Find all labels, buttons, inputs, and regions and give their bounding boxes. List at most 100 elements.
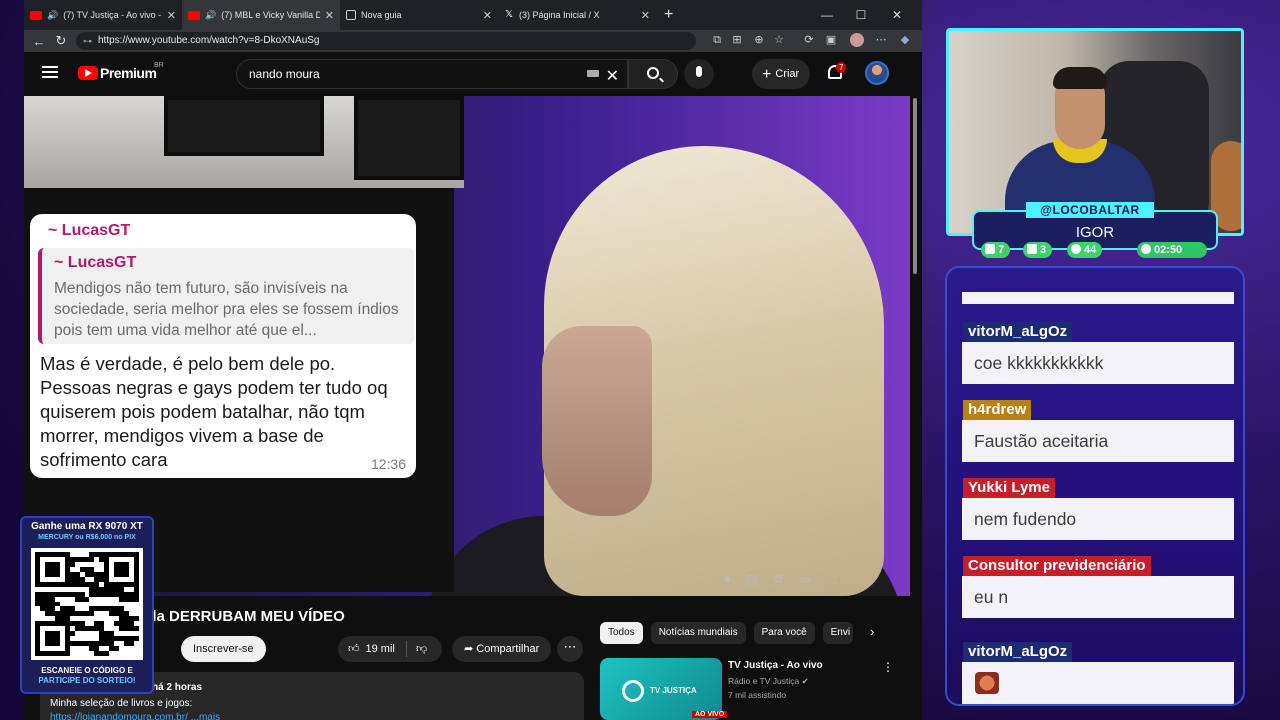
kebab-menu-icon[interactable]: ⋮ [882,660,894,674]
message-time: 12:36 [370,456,406,472]
back-icon[interactable]: ← [28,34,50,49]
subtitles-icon[interactable]: ▤ [746,572,757,592]
search-icon [647,67,659,79]
subscribe-button[interactable]: Inscrever-se [181,636,266,662]
video-icon [1027,244,1037,254]
live-badge: AO VIVO [692,711,728,718]
account-avatar[interactable] [865,61,889,85]
reload-icon[interactable]: ↻ [50,33,72,49]
tab-x-home[interactable]: 𝕏 (3) Página Inicial / X ✕ [498,0,656,30]
like-count: 19 mil [365,643,395,655]
webcam-person-hair [1053,67,1107,89]
autoplay-toggle-icon[interactable]: ⏺ [724,572,730,592]
like-button[interactable]: 👍︎ 19 mil [348,636,395,662]
copilot-icon[interactable]: ◆ [898,33,912,47]
scroll-thumb[interactable] [913,98,917,274]
tab-mbl-video[interactable]: 🔊 (7) MBL e Vicky Vanilla DERRU ✕ [182,0,340,30]
chat-message: coe kkkkkkkkkkk [962,342,1234,384]
url-field[interactable]: ⊶ https://www.youtube.com/watch?v=8-DkoX… [76,32,696,50]
tv-justica-logo-icon [622,680,644,702]
close-icon[interactable]: ✕ [325,9,334,22]
tab-nova-guia[interactable]: Nova guia ✕ [340,0,498,30]
stream-chat-panel: vitorM_aLgOz coe kkkkkkkkkkk h4rdrew Fau… [945,266,1245,706]
share-button[interactable]: ➦ Compartilhar [452,636,552,662]
verified-icon: ✔ [801,676,809,686]
giveaway-overlay: Ganhe uma RX 9070 XT MERCURY ou R$6.000 … [20,516,154,694]
browser-window: 🔊 (7) TV Justiça - Ao vivo - YouT ✕ 🔊 (7… [24,0,922,720]
close-icon[interactable]: ✕ [641,9,650,22]
chip-noticias[interactable]: Notícias mundiais [650,622,746,644]
recommendation-channel[interactable]: Rádio e TV Justiça ✔ [728,676,809,687]
chip-para-voce[interactable]: Para você [753,622,815,644]
recommendation-viewers: 7 mil assistindo [728,690,787,700]
chip-enviados[interactable]: Envi [822,622,853,644]
like-dislike-group: 👍︎ 19 mil 👎︎ [338,636,442,662]
split-screen-icon[interactable]: ▣ [824,33,838,47]
zoom-icon[interactable]: ⊕ [752,33,766,47]
youtube-header: Premium BR nando moura ✕ + Criar 7 [24,52,922,96]
dislike-button[interactable]: 👎︎ [416,636,427,662]
theater-mode-icon[interactable]: ▭ [800,572,811,592]
tab-title: Nova guia [361,10,402,20]
search-input[interactable]: nando moura ✕ [236,59,628,89]
search-button[interactable] [628,59,678,89]
minimize-icon[interactable]: — [810,0,844,30]
keyboard-icon[interactable] [587,70,599,77]
tab-title: (7) MBL e Vicky Vanilla DERRU [221,10,320,20]
profile-avatar[interactable] [850,33,864,47]
stat-chat: 7 [981,242,1011,258]
close-icon[interactable]: ✕ [483,9,492,22]
fullscreen-icon[interactable]: ⛶ [827,572,835,592]
divider [406,641,407,657]
create-button[interactable]: + Criar [752,59,810,89]
streamer-name: IGOR [1075,224,1115,241]
extensions-icon[interactable]: ⟳ [802,33,816,47]
speaker-icon[interactable]: 🔊 [47,10,58,21]
more-actions-button[interactable]: ⋯ [557,636,583,662]
browser-menu-icon[interactable]: ⋯ [874,33,888,47]
share-label: Compartilhar [476,643,540,655]
maximize-icon[interactable]: ☐ [844,0,878,30]
video-player[interactable]: ~ LucasGT ~ LucasGT Mendigos não tem fut… [24,96,910,596]
window-close-icon[interactable]: ✕ [880,0,914,30]
quoted-sender: ~ LucasGT [54,254,137,271]
quoted-text: Mendigos não tem futuro, são invisíveis … [54,280,399,339]
x-icon: 𝕏 [504,9,514,20]
clear-search-icon[interactable]: ✕ [606,63,619,91]
stat-video: 3 [1023,242,1053,258]
stat-video-value: 3 [1040,244,1047,256]
channel-name: Rádio e TV Justiça [728,676,800,686]
chevron-right-icon[interactable]: › [870,624,874,639]
stat-clock: 02:50 [1137,242,1207,258]
chat-username: Yukki Lyme [963,478,1055,498]
chip-todos[interactable]: Todos [600,622,643,644]
description-link[interactable]: https://lojanandomoura.com.br/ ...mais [50,712,220,720]
create-label: Criar [775,68,800,80]
page-scrollbar[interactable] [912,96,918,716]
new-tab-button[interactable]: + [656,6,681,24]
giveaway-title: Ganhe uma RX 9070 XT [31,521,143,532]
settings-gear-icon[interactable]: ⚙ [773,572,784,592]
chat-message: nem fudendo [962,498,1234,540]
youtube-brand[interactable]: Premium [100,65,157,81]
close-icon[interactable]: ✕ [167,9,176,22]
apps-icon[interactable]: ⊞ [730,33,744,47]
chat-message-partial [962,292,1234,304]
search-value: nando moura [249,67,320,81]
site-info-icon[interactable]: ⊶ [83,32,92,50]
tab-tv-justica[interactable]: 🔊 (7) TV Justiça - Ao vivo - YouT ✕ [24,0,182,30]
hamburger-menu-icon[interactable] [42,66,58,78]
clock-icon [1141,244,1151,254]
favorite-star-icon[interactable]: ☆ [772,33,786,47]
voice-search-button[interactable] [684,59,714,89]
youtube-logo-icon[interactable] [78,66,98,80]
chat-username: vitorM_aLgOz [963,642,1073,662]
translate-icon[interactable]: ⧉ [710,33,724,47]
recommendation-title[interactable]: TV Justiça - Ao vivo [728,660,823,671]
thumbnail-logo-text: TV JUSTIÇA [650,686,697,695]
stat-users: 44 [1067,242,1103,258]
tab-title: (7) TV Justiça - Ao vivo - YouT [63,10,162,20]
streamer-handle: @LOCOBALTAR [1026,202,1154,218]
users-icon [1071,244,1081,254]
speaker-icon[interactable]: 🔊 [205,10,216,21]
